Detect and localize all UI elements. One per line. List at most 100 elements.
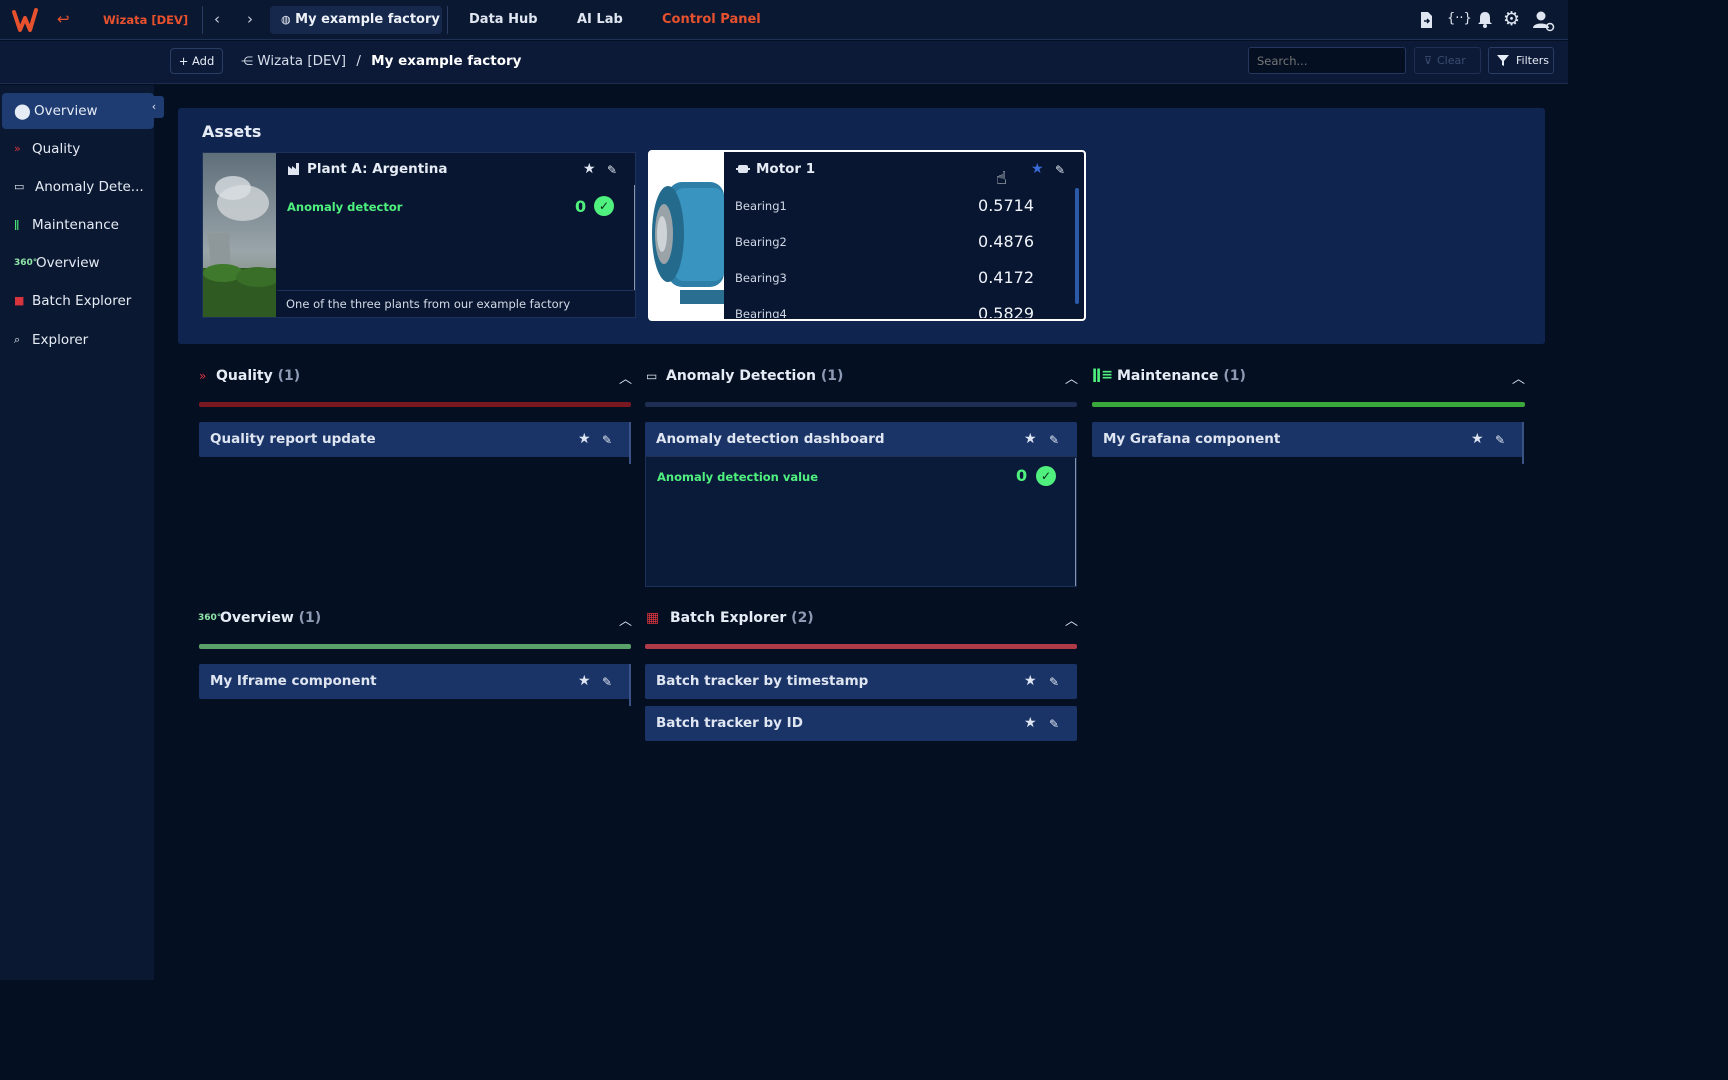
360-icon: 360°	[198, 613, 222, 623]
chevron-up-icon[interactable]: ︿	[1065, 368, 1078, 387]
sidebar-item-maintenance[interactable]: ǁ Maintenance	[0, 207, 154, 243]
bearing-label: Bearing4	[735, 307, 787, 318]
search-input[interactable]	[1248, 47, 1406, 74]
filters-button[interactable]: Filters	[1488, 47, 1554, 74]
file-export-icon[interactable]	[1419, 11, 1434, 29]
add-label: Add	[192, 54, 215, 68]
star-icon[interactable]: ★	[1031, 161, 1044, 177]
chevron-up-icon[interactable]: ︿	[619, 368, 632, 387]
star-icon[interactable]: ★	[1471, 431, 1484, 447]
sidebar-item-label: Anomaly Dete...	[35, 179, 144, 195]
tab-my-example-factory[interactable]: ◍ My example factory	[270, 6, 442, 34]
section-bar	[199, 402, 631, 407]
list-item[interactable]: Batch tracker by timestamp	[645, 664, 1077, 699]
edit-icon[interactable]: ✎	[1055, 163, 1065, 177]
motor-icon	[736, 165, 750, 173]
star-icon[interactable]: ★	[578, 431, 591, 447]
edit-icon[interactable]: ✎	[602, 675, 612, 689]
edit-icon[interactable]: ✎	[1049, 433, 1059, 447]
scrollbar[interactable]	[1075, 188, 1079, 304]
edit-icon[interactable]: ✎	[602, 433, 612, 447]
star-icon[interactable]: ★	[578, 673, 591, 689]
batch-icon: ■	[14, 294, 25, 307]
section-bar	[1092, 402, 1525, 407]
list-item[interactable]: Quality report update	[199, 422, 630, 457]
tab-label: My example factory	[295, 12, 440, 27]
divider	[202, 6, 203, 34]
section-title-quality: Quality (1)	[216, 368, 300, 384]
section-count: (1)	[820, 368, 844, 384]
section-label: Overview	[220, 610, 294, 626]
chevron-up-icon[interactable]: ︿	[1065, 610, 1078, 629]
thermometer-icon: ǁ≡	[1092, 367, 1113, 383]
section-count: (1)	[1223, 368, 1246, 384]
globe-icon: ◍	[281, 13, 291, 26]
scrollbar	[629, 664, 631, 706]
collapse-sidebar-button[interactable]: ‹	[144, 96, 164, 118]
logo-icon[interactable]	[11, 6, 39, 34]
breadcrumb: ⋲ Wizata [DEV] / My example factory	[241, 47, 521, 75]
chevron-left-icon[interactable]: ‹	[214, 10, 220, 28]
filters-label: Filters	[1516, 54, 1549, 67]
section-count: (1)	[298, 610, 322, 626]
sidebar-item-explorer[interactable]: ⌕ Explorer	[0, 322, 154, 358]
chevron-up-icon[interactable]: ︿	[1512, 368, 1525, 387]
hand-cursor-icon: ☝	[996, 168, 1007, 189]
breadcrumb-root[interactable]: Wizata [DEV]	[257, 53, 346, 69]
add-button[interactable]: + Add	[170, 48, 223, 74]
sidebar-item-overview[interactable]: ⬤ Overview	[2, 93, 154, 129]
bearing-label: Bearing1	[735, 199, 787, 213]
nav-data-hub[interactable]: Data Hub	[469, 0, 538, 40]
star-icon[interactable]: ★	[1024, 431, 1037, 447]
clear-button[interactable]: ⊽ Clear	[1414, 47, 1481, 74]
filter-icon	[1497, 55, 1509, 66]
sidebar-item-overview-360[interactable]: 360° Overview	[0, 245, 154, 281]
star-icon[interactable]: ★	[583, 161, 596, 177]
search-graph-icon: ⌕	[14, 333, 21, 346]
code-braces-icon[interactable]: {··}	[1447, 11, 1472, 26]
item-label: My Grafana component	[1103, 431, 1281, 447]
sidebar-item-anomaly-detection[interactable]: ▭ Anomaly Dete...	[0, 169, 154, 205]
sidebar-item-batch-explorer[interactable]: ■ Batch Explorer	[0, 283, 154, 319]
back-arrow-icon[interactable]: ↩	[57, 10, 70, 28]
user-sync-icon[interactable]	[1533, 10, 1555, 32]
item-label: Anomaly detection dashboard	[656, 431, 885, 447]
scrollbar[interactable]	[634, 185, 635, 290]
section-title-anomaly-detection: Anomaly Detection (1)	[666, 368, 843, 384]
metric-label: Anomaly detection value	[657, 470, 819, 484]
edit-icon[interactable]: ✎	[1495, 433, 1505, 447]
sidebar-item-label: Overview	[34, 103, 98, 119]
list-item[interactable]: Anomaly detection dashboard	[645, 422, 1077, 457]
section-label: Batch Explorer	[670, 610, 787, 626]
plus-icon: +	[178, 54, 189, 68]
workspace-name[interactable]: Wizata [DEV]	[103, 13, 188, 27]
edit-icon[interactable]: ✎	[1049, 717, 1059, 731]
section-bar	[645, 402, 1077, 407]
item-label: Batch tracker by ID	[656, 715, 803, 731]
list-item[interactable]: My Iframe component	[199, 664, 630, 699]
bearing-row-clipped: Bearing4 0.5829	[726, 300, 1076, 318]
map-pin-icon: ⬤	[14, 102, 31, 120]
edit-icon[interactable]: ✎	[1049, 675, 1059, 689]
section-label: Quality	[216, 368, 273, 384]
bell-icon[interactable]	[1477, 11, 1493, 28]
chevron-right-icon[interactable]: ›	[247, 10, 253, 28]
nav-control-panel[interactable]: Control Panel	[662, 0, 761, 40]
scrollbar[interactable]	[1075, 458, 1076, 586]
edit-icon[interactable]: ✎	[607, 163, 617, 177]
top-bar	[0, 0, 1568, 40]
gear-icon[interactable]: ⚙	[1503, 8, 1520, 30]
star-icon[interactable]: ★	[1024, 673, 1037, 689]
bearing-value: 0.4876	[978, 232, 1034, 251]
bearing-value: 0.5829	[978, 304, 1034, 318]
list-item[interactable]: My Grafana component	[1092, 422, 1523, 457]
monitor-icon: ▭	[14, 180, 25, 193]
sidebar-item-label: Explorer	[32, 332, 89, 348]
nav-ai-lab[interactable]: AI Lab	[577, 0, 623, 40]
asset-title: Plant A: Argentina	[307, 161, 448, 177]
chevron-up-icon[interactable]: ︿	[619, 610, 632, 629]
star-icon[interactable]: ★	[1024, 715, 1037, 731]
list-item[interactable]: Batch tracker by ID	[645, 706, 1077, 741]
sidebar-item-quality[interactable]: » Quality	[0, 131, 154, 167]
check-circle-icon: ✓	[1036, 466, 1056, 486]
